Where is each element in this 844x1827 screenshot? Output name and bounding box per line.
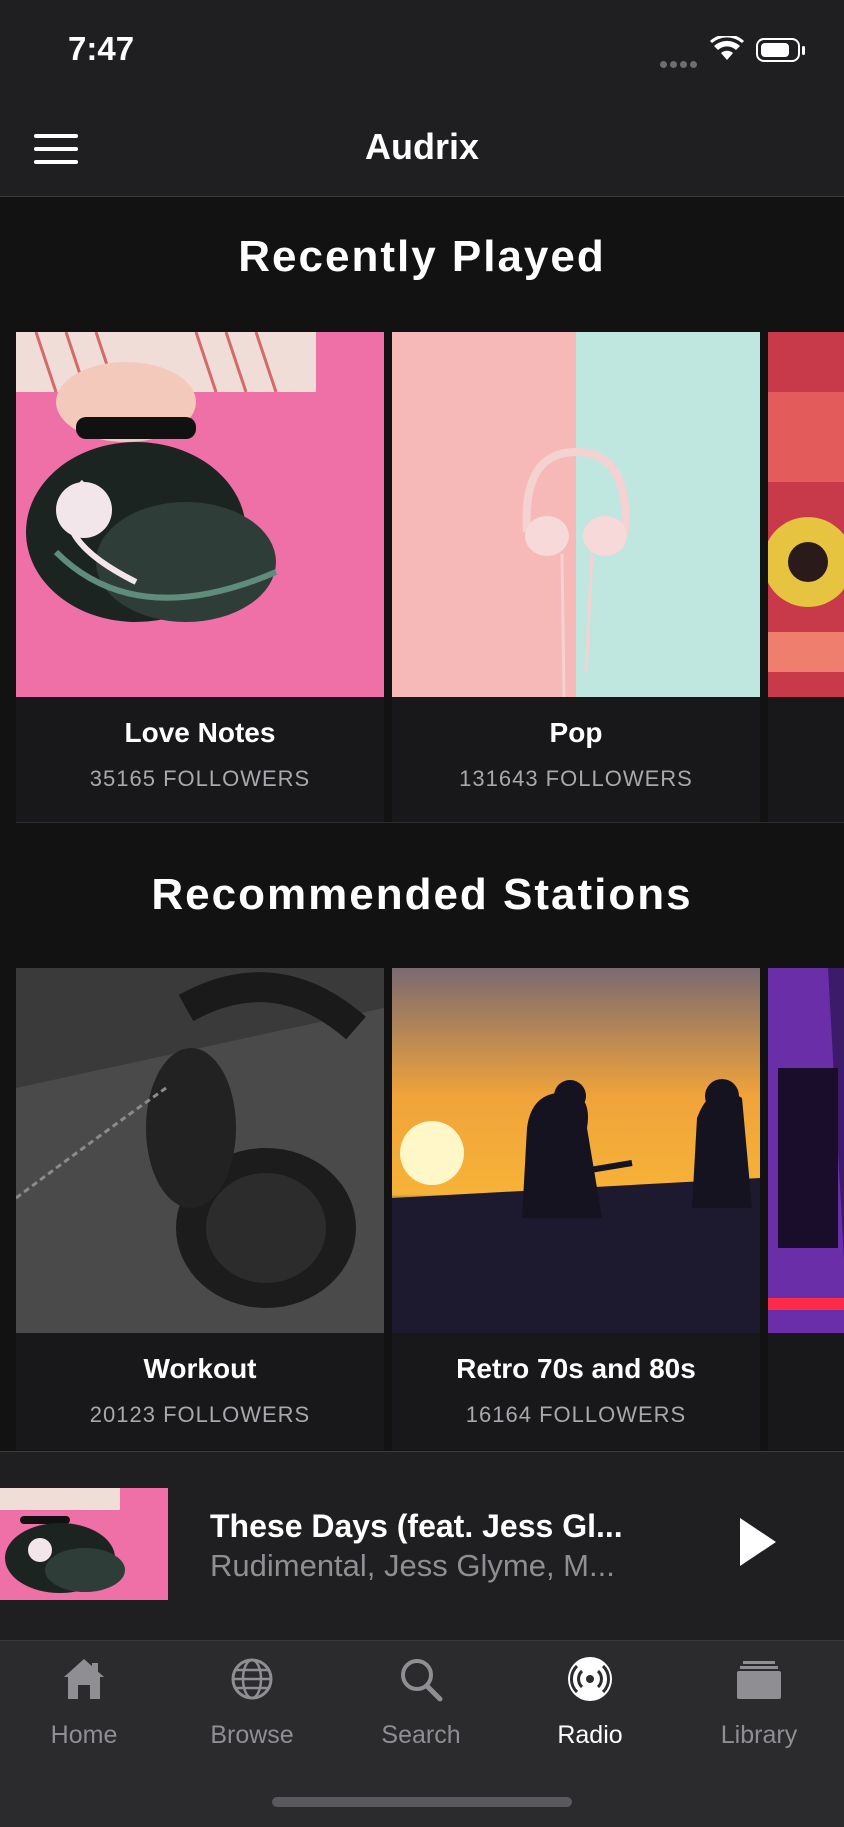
- playlist-card-partial[interactable]: [768, 332, 844, 822]
- wifi-icon: [710, 36, 744, 60]
- playlist-cover-image: [16, 332, 384, 697]
- section-title-recently-played: Recently Played: [238, 232, 606, 281]
- tab-label: Browse: [210, 1721, 294, 1749]
- cellular-signal-icon: [660, 55, 702, 68]
- mini-player[interactable]: These Days (feat. Jess Gl... Rudimental,…: [0, 1451, 844, 1641]
- section-title-recommended-stations: Recommended Stations: [151, 870, 693, 919]
- status-time: 7:47: [68, 30, 135, 67]
- tab-label: Radio: [557, 1721, 623, 1749]
- playlist-title: Love Notes: [124, 717, 276, 748]
- now-playing-artwork: [0, 1488, 168, 1600]
- home-indicator[interactable]: [272, 1797, 572, 1807]
- recently-played-carousel[interactable]: Love Notes 35165 FOLLOWERS Pop 131643 FO…: [0, 332, 844, 822]
- tab-label: Library: [720, 1721, 798, 1749]
- navigation-bar: Audrix: [0, 100, 844, 197]
- status-bar: 7:47: [0, 0, 844, 100]
- tab-label: Home: [50, 1721, 118, 1749]
- section-divider: [16, 822, 844, 823]
- playlist-title: Pop: [549, 717, 603, 748]
- station-cover-image: [392, 968, 760, 1333]
- station-cover-image: [768, 968, 844, 1333]
- now-playing-artist: Rudimental, Jess Glyme, M...: [210, 1548, 615, 1583]
- station-card-partial[interactable]: [768, 968, 844, 1450]
- station-card-workout[interactable]: Workout 20123 FOLLOWERS: [16, 968, 384, 1450]
- now-playing-title: These Days (feat. Jess Gl...: [210, 1508, 623, 1544]
- playlist-card-love-notes[interactable]: Love Notes 35165 FOLLOWERS: [16, 332, 384, 822]
- playlist-cover-image: [392, 332, 760, 697]
- battery-icon: [756, 38, 806, 64]
- station-card-retro-70s-80s[interactable]: Retro 70s and 80s 16164 FOLLOWERS: [392, 968, 760, 1450]
- app-title: Audrix: [364, 126, 479, 167]
- recommended-stations-carousel[interactable]: Workout 20123 FOLLOWERS Retro 70s and 80…: [0, 968, 844, 1450]
- tab-label: Search: [381, 1721, 461, 1749]
- globe-icon: [231, 1658, 273, 1700]
- tab-browse[interactable]: Browse: [168, 1641, 336, 1771]
- station-title: Retro 70s and 80s: [456, 1353, 696, 1384]
- search-icon: [401, 1659, 443, 1702]
- station-title: Workout: [143, 1353, 257, 1384]
- station-cover-image: [16, 968, 384, 1333]
- playlist-cover-image: [768, 332, 844, 697]
- playlist-followers: 131643 FOLLOWERS: [459, 766, 693, 791]
- station-followers: 20123 FOLLOWERS: [89, 1402, 311, 1427]
- home-icon: [64, 1659, 104, 1699]
- tab-search[interactable]: Search: [337, 1641, 505, 1771]
- tab-home[interactable]: Home: [0, 1641, 168, 1771]
- radio-icon: [568, 1657, 612, 1701]
- playlist-card-pop[interactable]: Pop 131643 FOLLOWERS: [392, 332, 760, 822]
- play-icon[interactable]: [738, 1516, 778, 1568]
- tab-library[interactable]: Library: [675, 1641, 843, 1771]
- station-followers: 16164 FOLLOWERS: [465, 1402, 687, 1427]
- playlist-followers: 35165 FOLLOWERS: [89, 766, 311, 791]
- library-icon: [737, 1661, 781, 1699]
- tab-radio[interactable]: Radio: [506, 1641, 674, 1771]
